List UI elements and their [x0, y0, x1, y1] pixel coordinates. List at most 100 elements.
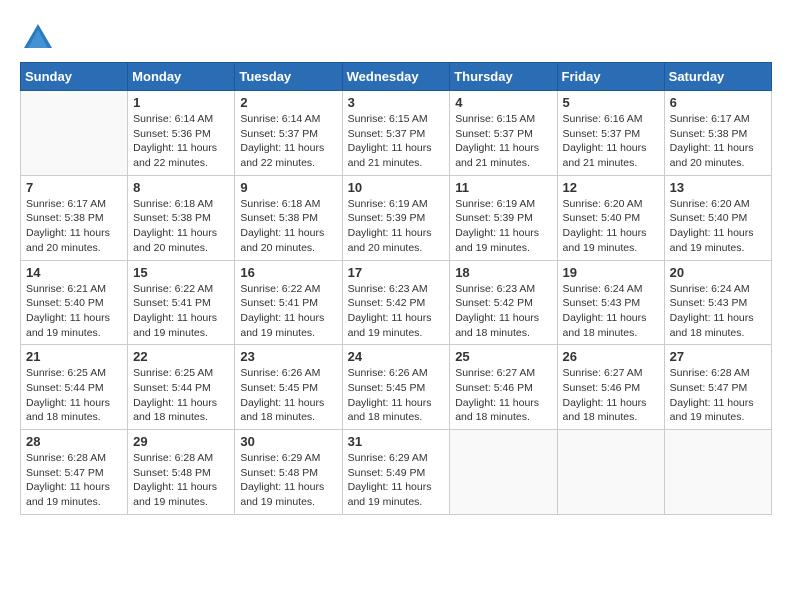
calendar-week-5: 28Sunrise: 6:28 AMSunset: 5:47 PMDayligh…	[21, 430, 772, 515]
cell-info: Sunrise: 6:22 AMSunset: 5:41 PMDaylight:…	[133, 282, 229, 341]
logo	[20, 20, 60, 56]
weekday-header-sunday: Sunday	[21, 63, 128, 91]
cell-info: Sunrise: 6:16 AMSunset: 5:37 PMDaylight:…	[563, 112, 659, 171]
day-number: 10	[348, 180, 445, 195]
calendar-cell: 25 Sunrise: 6:27 AMSunset: 5:46 PMDayligh…	[450, 345, 557, 430]
day-number: 20	[670, 265, 766, 280]
calendar-cell: 29 Sunrise: 6:28 AMSunset: 5:48 PMDayligh…	[128, 430, 235, 515]
day-number: 18	[455, 265, 551, 280]
day-number: 16	[240, 265, 336, 280]
day-number: 6	[670, 95, 766, 110]
calendar-cell	[664, 430, 771, 515]
weekday-header-friday: Friday	[557, 63, 664, 91]
calendar-cell: 22 Sunrise: 6:25 AMSunset: 5:44 PMDayligh…	[128, 345, 235, 430]
day-number: 5	[563, 95, 659, 110]
day-number: 13	[670, 180, 766, 195]
day-number: 17	[348, 265, 445, 280]
cell-info: Sunrise: 6:20 AMSunset: 5:40 PMDaylight:…	[563, 197, 659, 256]
day-number: 7	[26, 180, 122, 195]
calendar-cell	[557, 430, 664, 515]
cell-info: Sunrise: 6:25 AMSunset: 5:44 PMDaylight:…	[133, 366, 229, 425]
day-number: 1	[133, 95, 229, 110]
cell-info: Sunrise: 6:27 AMSunset: 5:46 PMDaylight:…	[455, 366, 551, 425]
cell-info: Sunrise: 6:15 AMSunset: 5:37 PMDaylight:…	[455, 112, 551, 171]
calendar-cell: 7 Sunrise: 6:17 AMSunset: 5:38 PMDaylight…	[21, 175, 128, 260]
day-number: 23	[240, 349, 336, 364]
calendar-cell: 1Sunrise: 6:14 AMSunset: 5:36 PMDaylight…	[128, 91, 235, 176]
cell-info: Sunrise: 6:28 AMSunset: 5:47 PMDaylight:…	[26, 451, 122, 510]
calendar-cell: 18 Sunrise: 6:23 AMSunset: 5:42 PMDayligh…	[450, 260, 557, 345]
calendar-cell: 15 Sunrise: 6:22 AMSunset: 5:41 PMDayligh…	[128, 260, 235, 345]
cell-info: Sunrise: 6:24 AMSunset: 5:43 PMDaylight:…	[670, 282, 766, 341]
calendar-week-2: 7 Sunrise: 6:17 AMSunset: 5:38 PMDaylight…	[21, 175, 772, 260]
calendar-table: SundayMondayTuesdayWednesdayThursdayFrid…	[20, 62, 772, 515]
day-number: 12	[563, 180, 659, 195]
day-number: 9	[240, 180, 336, 195]
calendar-cell: 27 Sunrise: 6:28 AMSunset: 5:47 PMDayligh…	[664, 345, 771, 430]
cell-info: Sunrise: 6:28 AMSunset: 5:47 PMDaylight:…	[670, 366, 766, 425]
day-number: 19	[563, 265, 659, 280]
calendar-cell: 16 Sunrise: 6:22 AMSunset: 5:41 PMDayligh…	[235, 260, 342, 345]
cell-info: Sunrise: 6:14 AMSunset: 5:37 PMDaylight:…	[240, 112, 336, 171]
calendar-cell: 4 Sunrise: 6:15 AMSunset: 5:37 PMDaylight…	[450, 91, 557, 176]
calendar-week-3: 14Sunrise: 6:21 AMSunset: 5:40 PMDayligh…	[21, 260, 772, 345]
day-number: 31	[348, 434, 445, 449]
calendar-cell: 10 Sunrise: 6:19 AMSunset: 5:39 PMDayligh…	[342, 175, 450, 260]
day-number: 21	[26, 349, 122, 364]
calendar-cell: 28Sunrise: 6:28 AMSunset: 5:47 PMDayligh…	[21, 430, 128, 515]
cell-info: Sunrise: 6:25 AMSunset: 5:44 PMDaylight:…	[26, 366, 122, 425]
day-number: 25	[455, 349, 551, 364]
calendar-cell: 3 Sunrise: 6:15 AMSunset: 5:37 PMDaylight…	[342, 91, 450, 176]
weekday-header-tuesday: Tuesday	[235, 63, 342, 91]
cell-info: Sunrise: 6:27 AMSunset: 5:46 PMDaylight:…	[563, 366, 659, 425]
calendar-cell: 17 Sunrise: 6:23 AMSunset: 5:42 PMDayligh…	[342, 260, 450, 345]
calendar-cell: 5 Sunrise: 6:16 AMSunset: 5:37 PMDaylight…	[557, 91, 664, 176]
calendar-cell	[450, 430, 557, 515]
day-number: 15	[133, 265, 229, 280]
weekday-header-monday: Monday	[128, 63, 235, 91]
cell-info: Sunrise: 6:23 AMSunset: 5:42 PMDaylight:…	[348, 282, 445, 341]
calendar-cell: 19 Sunrise: 6:24 AMSunset: 5:43 PMDayligh…	[557, 260, 664, 345]
day-number: 26	[563, 349, 659, 364]
cell-info: Sunrise: 6:18 AMSunset: 5:38 PMDaylight:…	[240, 197, 336, 256]
calendar-cell: 6 Sunrise: 6:17 AMSunset: 5:38 PMDaylight…	[664, 91, 771, 176]
calendar-cell: 24 Sunrise: 6:26 AMSunset: 5:45 PMDayligh…	[342, 345, 450, 430]
day-number: 3	[348, 95, 445, 110]
calendar-cell: 2 Sunrise: 6:14 AMSunset: 5:37 PMDaylight…	[235, 91, 342, 176]
calendar-cell: 31Sunrise: 6:29 AMSunset: 5:49 PMDayligh…	[342, 430, 450, 515]
cell-info: Sunrise: 6:15 AMSunset: 5:37 PMDaylight:…	[348, 112, 445, 171]
cell-info: Sunrise: 6:28 AMSunset: 5:48 PMDaylight:…	[133, 451, 229, 510]
day-number: 8	[133, 180, 229, 195]
day-number: 11	[455, 180, 551, 195]
day-number: 2	[240, 95, 336, 110]
cell-info: Sunrise: 6:17 AMSunset: 5:38 PMDaylight:…	[26, 197, 122, 256]
cell-info: Sunrise: 6:22 AMSunset: 5:41 PMDaylight:…	[240, 282, 336, 341]
calendar-week-1: 1Sunrise: 6:14 AMSunset: 5:36 PMDaylight…	[21, 91, 772, 176]
cell-info: Sunrise: 6:26 AMSunset: 5:45 PMDaylight:…	[348, 366, 445, 425]
cell-info: Sunrise: 6:18 AMSunset: 5:38 PMDaylight:…	[133, 197, 229, 256]
page-header	[20, 20, 772, 56]
day-number: 4	[455, 95, 551, 110]
day-number: 22	[133, 349, 229, 364]
weekday-header-wednesday: Wednesday	[342, 63, 450, 91]
cell-info: Sunrise: 6:23 AMSunset: 5:42 PMDaylight:…	[455, 282, 551, 341]
calendar-week-4: 21 Sunrise: 6:25 AMSunset: 5:44 PMDayligh…	[21, 345, 772, 430]
calendar-cell: 14Sunrise: 6:21 AMSunset: 5:40 PMDayligh…	[21, 260, 128, 345]
weekday-header-row: SundayMondayTuesdayWednesdayThursdayFrid…	[21, 63, 772, 91]
cell-info: Sunrise: 6:19 AMSunset: 5:39 PMDaylight:…	[348, 197, 445, 256]
calendar-cell: 30 Sunrise: 6:29 AMSunset: 5:48 PMDayligh…	[235, 430, 342, 515]
day-number: 27	[670, 349, 766, 364]
cell-info: Sunrise: 6:17 AMSunset: 5:38 PMDaylight:…	[670, 112, 766, 171]
cell-info: Sunrise: 6:19 AMSunset: 5:39 PMDaylight:…	[455, 197, 551, 256]
cell-info: Sunrise: 6:24 AMSunset: 5:43 PMDaylight:…	[563, 282, 659, 341]
calendar-cell: 12 Sunrise: 6:20 AMSunset: 5:40 PMDayligh…	[557, 175, 664, 260]
day-number: 24	[348, 349, 445, 364]
cell-info: Sunrise: 6:29 AMSunset: 5:48 PMDaylight:…	[240, 451, 336, 510]
cell-info: Sunrise: 6:20 AMSunset: 5:40 PMDaylight:…	[670, 197, 766, 256]
calendar-cell: 20 Sunrise: 6:24 AMSunset: 5:43 PMDayligh…	[664, 260, 771, 345]
calendar-cell: 8 Sunrise: 6:18 AMSunset: 5:38 PMDaylight…	[128, 175, 235, 260]
day-number: 30	[240, 434, 336, 449]
calendar-cell: 26 Sunrise: 6:27 AMSunset: 5:46 PMDayligh…	[557, 345, 664, 430]
weekday-header-thursday: Thursday	[450, 63, 557, 91]
day-number: 29	[133, 434, 229, 449]
